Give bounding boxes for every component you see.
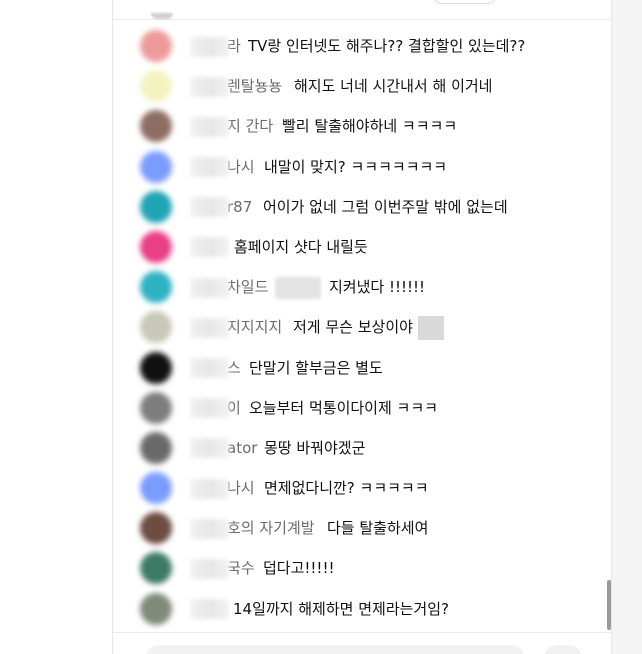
chat-message: 이 오늘부터 먹통이다이제 ㅋㅋㅋ bbox=[113, 388, 611, 428]
avatar bbox=[140, 271, 172, 304]
avatar bbox=[140, 592, 172, 625]
header-pill-button[interactable] bbox=[433, 0, 497, 4]
author-name[interactable] bbox=[191, 589, 229, 629]
chat-header bbox=[113, 0, 611, 20]
author-name[interactable]: 지지지지 bbox=[191, 307, 282, 347]
message-text: 14일까지 해제하면 면제라는거임? bbox=[233, 599, 449, 618]
message-text: 해지도 너네 시간내서 해 이거네 bbox=[294, 77, 493, 96]
author-name[interactable]: r87 bbox=[191, 187, 252, 227]
avatar bbox=[140, 150, 172, 183]
message-text: 지켜냈다 !!!!!! bbox=[329, 278, 426, 297]
avatar bbox=[140, 391, 172, 424]
avatar bbox=[140, 552, 172, 585]
message-text: 단말기 할부금은 별도 bbox=[249, 358, 383, 377]
message-text: 몽땅 바꿔야겠군 bbox=[264, 438, 366, 457]
avatar bbox=[140, 472, 172, 505]
author-name[interactable]: 호의 자기계발 bbox=[191, 508, 315, 548]
chat-message: 지지지지 저게 무슨 보상이야 bbox=[113, 307, 611, 347]
message-text: 저게 무슨 보상이야 bbox=[293, 318, 413, 337]
author-name[interactable]: ator bbox=[191, 428, 257, 468]
chat-message: 차일드 지켜냈다 !!!!!! bbox=[113, 267, 611, 307]
author-name[interactable]: 스 bbox=[191, 348, 241, 388]
message-text: 빨리 탈출해야하네 ㅋㅋㅋㅋ bbox=[282, 117, 458, 136]
left-margin bbox=[0, 0, 112, 654]
chat-input[interactable] bbox=[145, 645, 525, 654]
avatar bbox=[140, 351, 172, 384]
message-text: 다들 탈출하세여 bbox=[327, 519, 429, 538]
avatar bbox=[140, 110, 172, 143]
avatar bbox=[140, 512, 172, 545]
chat-message: 라 TV랑 인터넷도 해주나?? 결합할인 있는데?? bbox=[113, 26, 611, 66]
message-text: TV랑 인터넷도 해주나?? 결합할인 있는데?? bbox=[248, 37, 526, 55]
redacted-mention bbox=[275, 276, 321, 299]
chat-message: 국수 덥다고!!!!! bbox=[113, 548, 611, 588]
avatar bbox=[140, 190, 172, 223]
avatar bbox=[140, 311, 172, 344]
message-text: 덥다고!!!!! bbox=[263, 559, 335, 578]
avatar bbox=[140, 30, 172, 62]
message-line: 저게 무슨 보상이야 bbox=[293, 307, 444, 347]
chat-message: 호의 자기계발 다들 탈출하세여 bbox=[113, 508, 611, 548]
chat-message: r87 어이가 없네 그럼 이번주말 밖에 없는데 bbox=[113, 187, 611, 227]
scrollbar-thumb[interactable] bbox=[607, 580, 611, 630]
chat-message: 홈페이지 샷다 내릴듯 bbox=[113, 227, 611, 267]
chat-message: 나시 내말이 맞지? ㅋㅋㅋㅋㅋㅋㅋ bbox=[113, 147, 611, 187]
chat-message-list: 라 TV랑 인터넷도 해주나?? 결합할인 있는데?? 렌탈뇽뇽 해지도 너네 … bbox=[113, 26, 611, 629]
author-name[interactable]: 차일드 bbox=[191, 267, 268, 307]
chat-message: ator 몽땅 바꿔야겠군 bbox=[113, 428, 611, 468]
author-name[interactable]: 라 bbox=[191, 26, 241, 66]
author-name[interactable]: 지 간다 bbox=[191, 106, 273, 146]
live-chat-panel: 라 TV랑 인터넷도 해주나?? 결합할인 있는데?? 렌탈뇽뇽 해지도 너네 … bbox=[112, 0, 612, 654]
author-name[interactable]: 렌탈뇽뇽 bbox=[191, 66, 282, 106]
chat-message: 스 단말기 할부금은 별도 bbox=[113, 348, 611, 388]
author-name[interactable]: 나시 bbox=[191, 468, 255, 508]
chat-message: 지 간다 빨리 탈출해야하네 ㅋㅋㅋㅋ bbox=[113, 106, 611, 146]
chat-message: 렌탈뇽뇽 해지도 너네 시간내서 해 이거네 bbox=[113, 66, 611, 106]
right-gutter bbox=[612, 0, 642, 654]
redacted-block bbox=[417, 315, 444, 340]
avatar bbox=[140, 431, 172, 464]
avatar bbox=[140, 230, 172, 263]
message-text: 면제없다니깐? ㅋㅋㅋㅋㅋ bbox=[264, 479, 429, 498]
message-text: 내말이 맞지? ㅋㅋㅋㅋㅋㅋㅋ bbox=[264, 157, 448, 176]
author-name[interactable]: 나시 bbox=[191, 147, 255, 187]
avatar bbox=[140, 70, 172, 103]
message-text: 홈페이지 샷다 내릴듯 bbox=[234, 237, 368, 256]
avatar bbox=[151, 13, 173, 19]
author-name[interactable]: 국수 bbox=[191, 548, 255, 588]
chat-message: 14일까지 해제하면 면제라는거임? bbox=[113, 589, 611, 629]
author-name[interactable]: 이 bbox=[191, 388, 241, 428]
chat-message: 나시 면제없다니깐? ㅋㅋㅋㅋㅋ bbox=[113, 468, 611, 508]
message-line: 지켜냈다 !!!!!! bbox=[275, 267, 425, 307]
author-name[interactable] bbox=[191, 227, 229, 267]
message-text: 오늘부터 먹통이다이제 ㅋㅋㅋ bbox=[249, 398, 438, 417]
emoji-button[interactable] bbox=[543, 645, 583, 654]
chat-input-bar bbox=[113, 632, 611, 654]
message-text: 어이가 없네 그럼 이번주말 밖에 없는데 bbox=[263, 197, 508, 216]
